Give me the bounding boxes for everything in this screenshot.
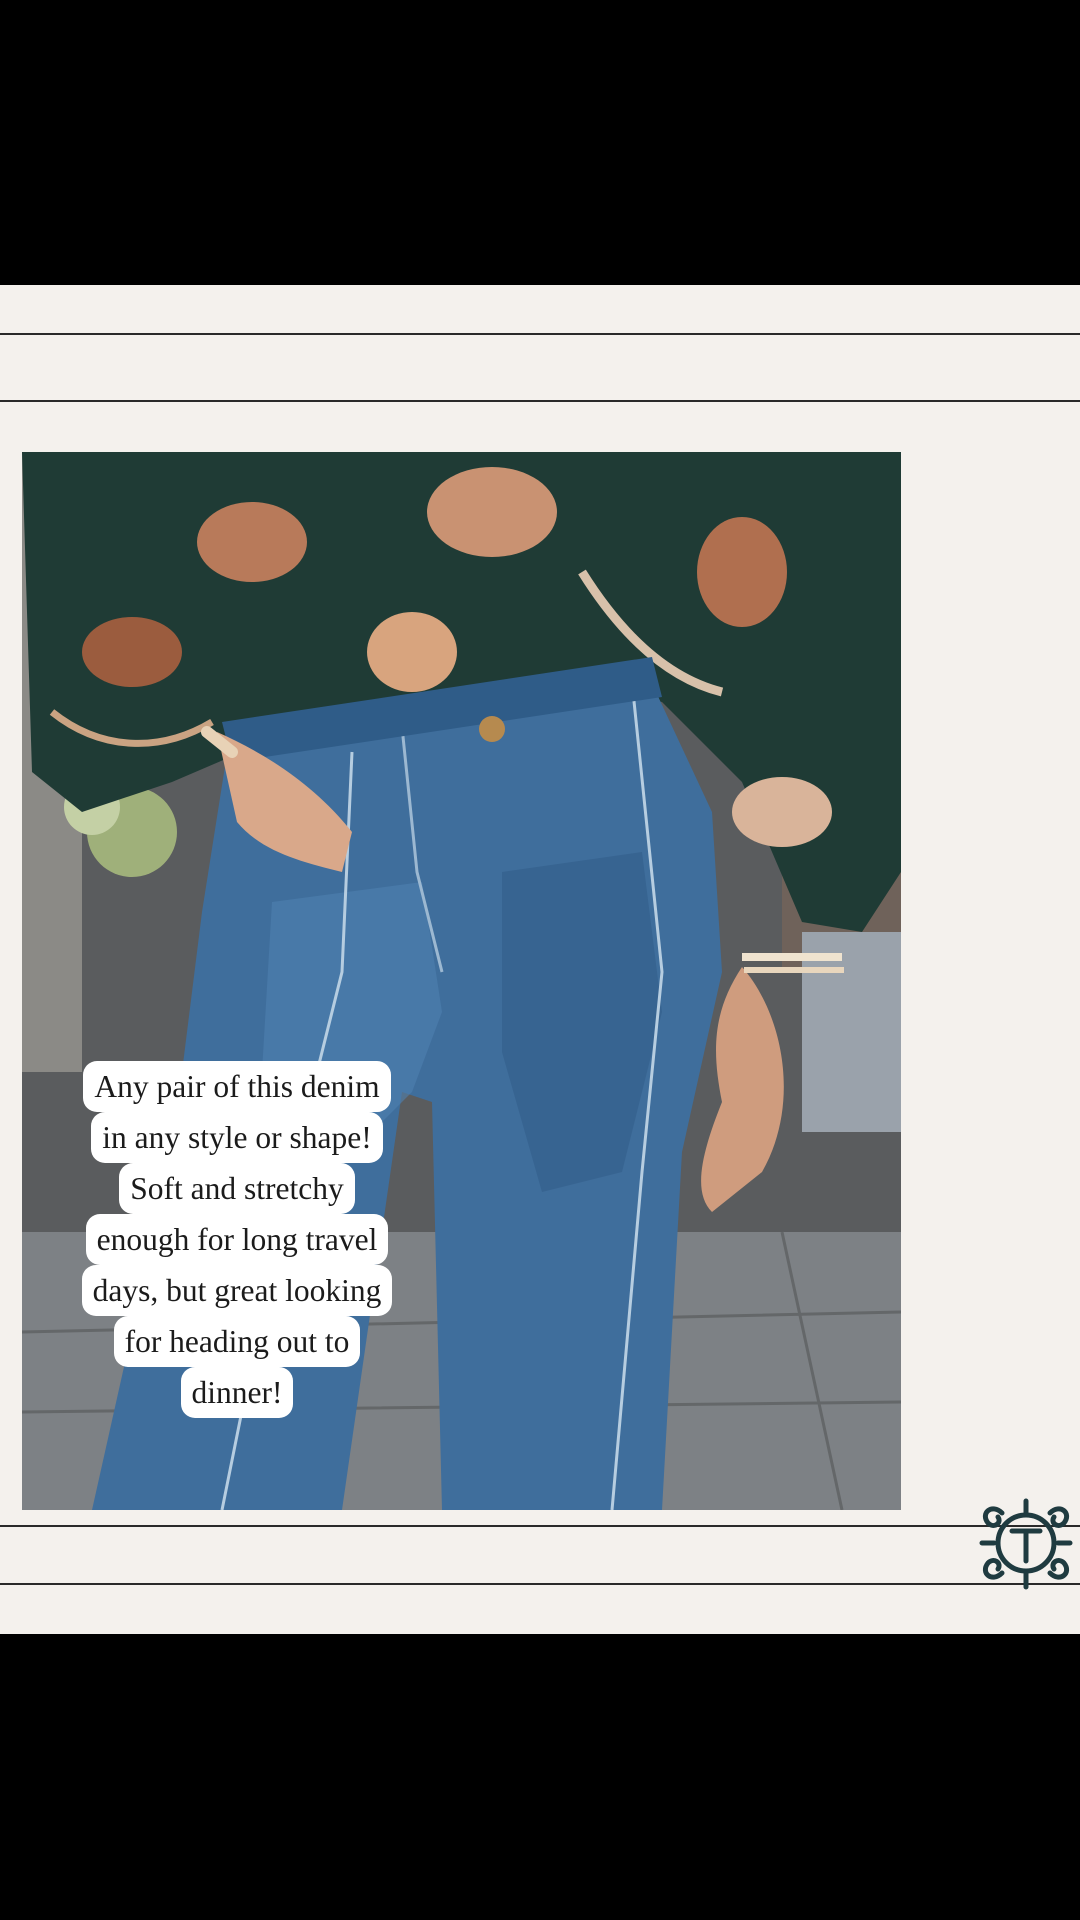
letterbox-top	[0, 0, 1080, 285]
caption-line: enough for long travel	[85, 1214, 389, 1265]
caption-line: in any style or shape!	[91, 1112, 383, 1163]
caption-line: for heading out to	[113, 1316, 361, 1367]
post-canvas: Any pair of this denim in any style or s…	[0, 285, 1080, 1634]
caption-line: dinner!	[180, 1367, 294, 1418]
caption-overlay: Any pair of this denim in any style or s…	[42, 1061, 432, 1418]
caption-line: Any pair of this denim	[83, 1061, 391, 1112]
letterbox-bottom	[0, 1634, 1080, 1920]
caption-line: days, but great looking	[81, 1265, 393, 1316]
monogram-logo-icon	[972, 1493, 1080, 1593]
caption-line: Soft and stretchy	[119, 1163, 355, 1214]
top-rule-2	[0, 400, 1080, 402]
bottom-rule-2	[0, 1583, 1080, 1585]
top-rule-1	[0, 333, 1080, 335]
bottom-rule-1	[0, 1525, 1080, 1527]
